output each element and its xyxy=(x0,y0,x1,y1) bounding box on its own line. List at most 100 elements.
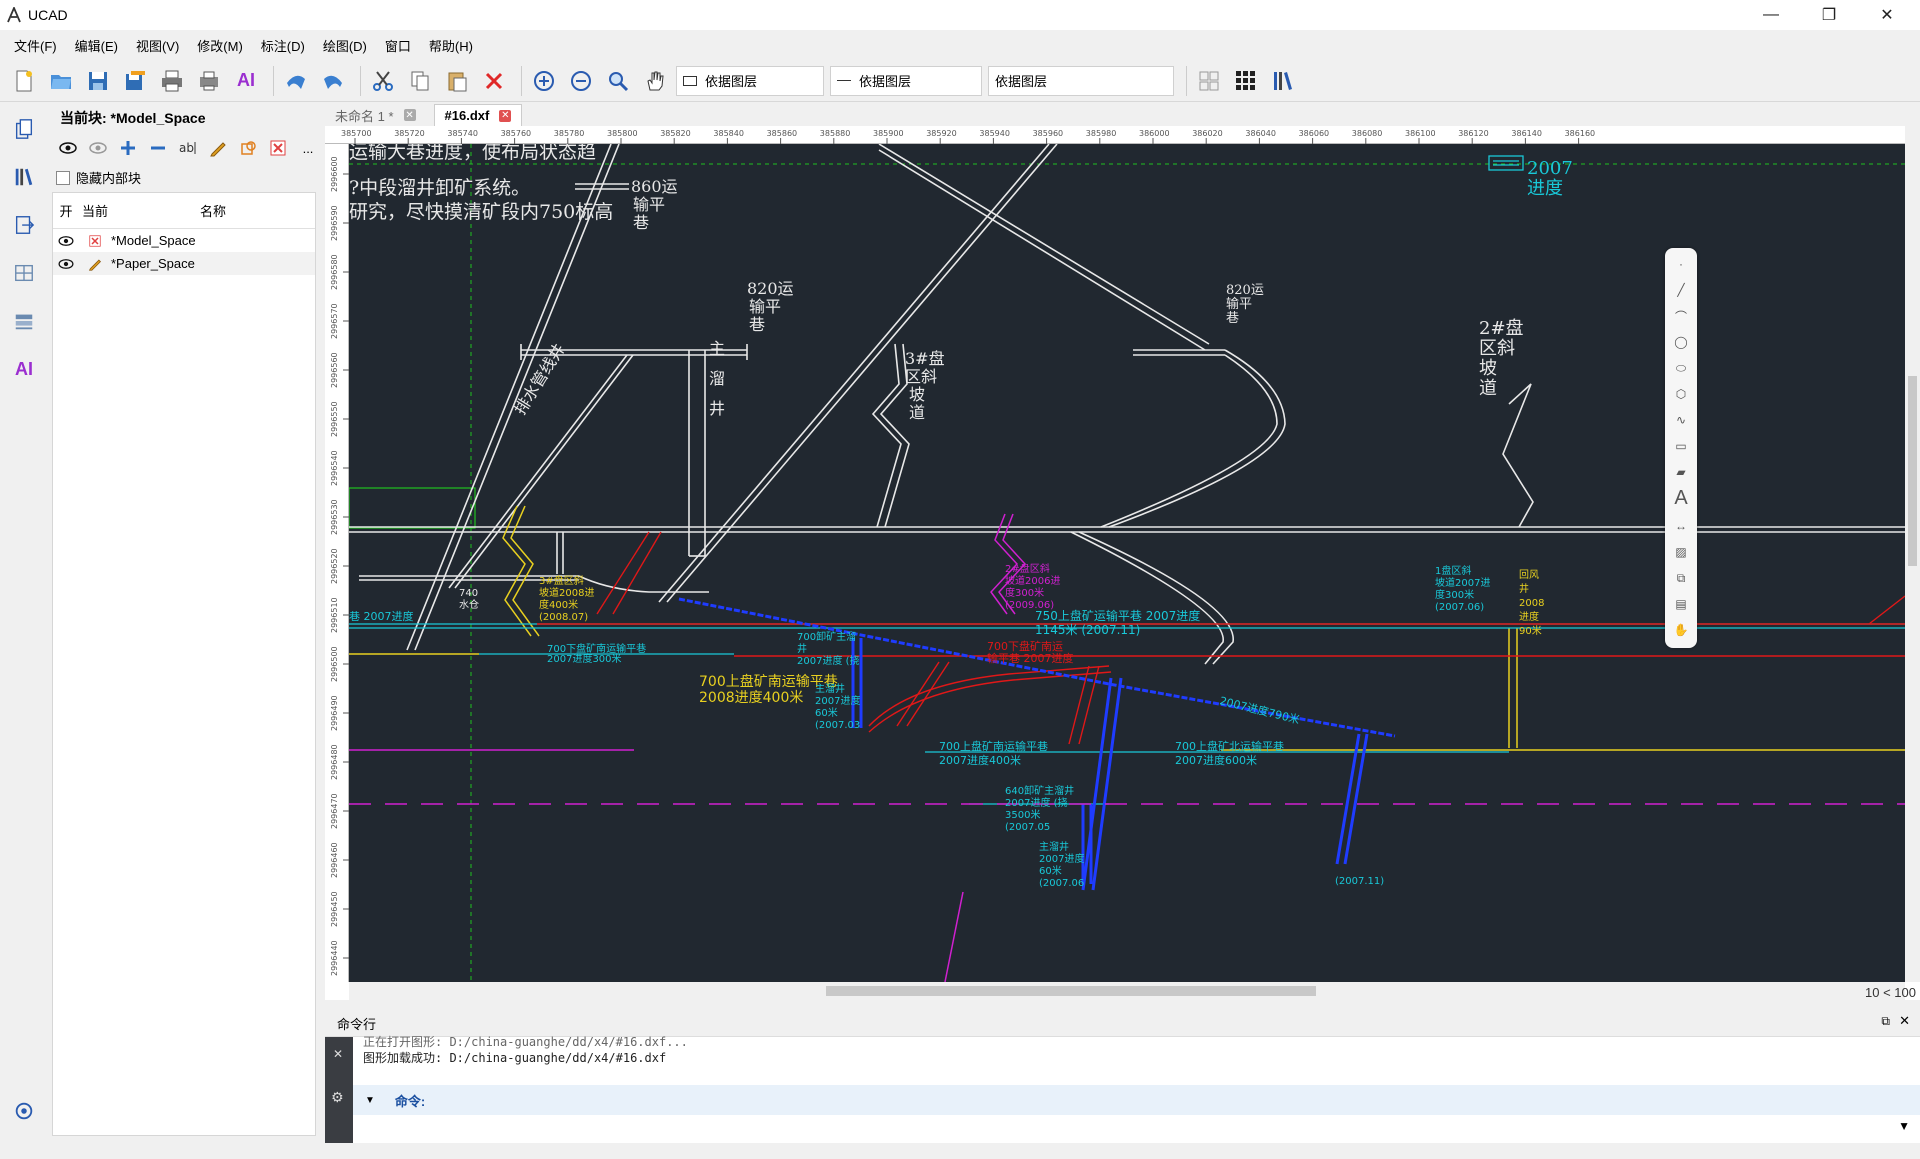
eye-icon[interactable] xyxy=(58,235,74,247)
print-button[interactable] xyxy=(156,65,188,97)
image-tool-icon[interactable]: ▨ xyxy=(1671,542,1691,562)
save-button[interactable] xyxy=(82,65,114,97)
new-file-button[interactable] xyxy=(8,65,40,97)
horizontal-scrollbar[interactable] xyxy=(349,982,1905,1000)
hand-pan-icon[interactable]: ✋ xyxy=(1671,620,1691,640)
dimension-tool-icon[interactable]: ↔ xyxy=(1671,516,1691,536)
layout-tiles-button[interactable] xyxy=(1193,65,1225,97)
restore-button[interactable]: ❐ xyxy=(1800,0,1858,30)
show-block-button[interactable] xyxy=(56,136,80,160)
rename-block-button[interactable]: ab xyxy=(176,136,200,160)
remove-block-button[interactable] xyxy=(146,136,170,160)
ruler-tick-label: 386140 xyxy=(1511,129,1542,138)
save-as-button[interactable] xyxy=(119,65,151,97)
edit-block-button[interactable] xyxy=(206,136,230,160)
minimize-button[interactable]: — xyxy=(1742,0,1800,30)
redo-button[interactable] xyxy=(317,65,349,97)
close-window-button[interactable]: ✕ xyxy=(1858,0,1916,30)
more-options-button[interactable]: ... xyxy=(296,136,320,160)
layers-button[interactable] xyxy=(11,308,37,334)
open-file-button[interactable] xyxy=(45,65,77,97)
text-tool-icon[interactable]: A xyxy=(1671,487,1691,509)
scissors-icon xyxy=(373,70,393,91)
current-block-x-icon[interactable] xyxy=(89,234,101,247)
cad-canvas[interactable]: 运输大巷进度，使布局状态趋 ?中段溜井卸矿系统。 研究，尽快摸清矿段内750标高… xyxy=(349,144,1905,982)
table-row[interactable]: *Model_Space xyxy=(53,229,315,252)
delete-button[interactable] xyxy=(478,65,510,97)
rectangle-tool-icon[interactable]: ▭ xyxy=(1671,436,1691,456)
export-button[interactable] xyxy=(11,212,37,238)
grid-button[interactable] xyxy=(1230,65,1262,97)
zoom-window-button[interactable] xyxy=(602,65,634,97)
hide-internal-blocks-toggle[interactable]: 隐藏内部块 xyxy=(56,168,141,187)
arc-tool-icon[interactable]: ⌒ xyxy=(1671,306,1691,326)
close-tab-icon[interactable]: ✕ xyxy=(499,109,512,122)
line-tool-icon[interactable]: ╱ xyxy=(1671,280,1691,300)
library-button[interactable] xyxy=(1267,65,1299,97)
paste-button[interactable] xyxy=(441,65,473,97)
menu-edit[interactable]: 编辑(E) xyxy=(69,36,130,55)
hatch-tool-icon[interactable]: ▰ xyxy=(1671,462,1691,482)
point-tool-icon[interactable]: · xyxy=(1671,254,1691,274)
ai-button[interactable]: AI xyxy=(230,65,262,97)
close-panel-icon[interactable]: ✕ xyxy=(1899,1013,1910,1029)
menu-file[interactable]: 文件(F) xyxy=(8,36,69,55)
prompt-dropdown-icon[interactable]: ▼ xyxy=(365,1095,375,1106)
menu-dimension[interactable]: 标注(D) xyxy=(255,36,317,55)
pages-button[interactable] xyxy=(11,116,37,142)
paste-icon xyxy=(448,72,467,91)
layout-button[interactable] xyxy=(11,260,37,286)
ruler-tick-label: 2996560 xyxy=(330,352,339,388)
printer-icon xyxy=(162,70,182,91)
settings-button[interactable] xyxy=(11,1098,37,1124)
pan-button[interactable] xyxy=(639,65,671,97)
insert-block-button[interactable] xyxy=(236,136,260,160)
ruler-tick-label: 2996580 xyxy=(330,254,339,290)
tab-untitled[interactable]: 未命名 1 * ✕ xyxy=(325,104,426,126)
block-insert-tool-icon[interactable]: ⧉ xyxy=(1671,568,1691,588)
library-panel-button[interactable] xyxy=(11,164,37,190)
float-panel-icon[interactable]: ⧉ xyxy=(1881,1014,1890,1029)
title-bar: UCAD — ❐ ✕ xyxy=(0,0,1920,30)
layer-combo-1[interactable]: 依据图层 xyxy=(676,65,824,96)
menu-view[interactable]: 视图(V) xyxy=(130,36,191,55)
clear-command-icon[interactable]: ✕ xyxy=(333,1047,343,1061)
delete-block-button[interactable] xyxy=(266,136,290,160)
vertical-scrollbar[interactable] xyxy=(1905,126,1920,982)
lineweight-combo[interactable]: 依据图层 xyxy=(988,65,1174,96)
hide-block-button[interactable] xyxy=(86,136,110,160)
menu-modify[interactable]: 修改(M) xyxy=(191,36,255,55)
cut-button[interactable] xyxy=(367,65,399,97)
command-scroll-down-icon[interactable]: ▼ xyxy=(1898,1119,1910,1133)
ramp-progress-label: 坡道2006进 xyxy=(1005,574,1060,587)
hide-internal-checkbox[interactable] xyxy=(56,170,70,185)
polyline-tool-icon[interactable]: ∿ xyxy=(1671,410,1691,430)
polygon-tool-icon[interactable]: ⬡ xyxy=(1671,384,1691,404)
zoom-in-button[interactable] xyxy=(528,65,560,97)
undo-button[interactable] xyxy=(280,65,312,97)
menu-help[interactable]: 帮助(H) xyxy=(423,36,485,55)
linetype-combo[interactable]: 依据图层 xyxy=(830,65,982,96)
horizontal-scroll-thumb[interactable] xyxy=(826,986,1316,996)
command-settings-icon[interactable]: ⚙ xyxy=(331,1089,344,1106)
pencil-icon[interactable] xyxy=(88,257,102,271)
zoom-out-button[interactable] xyxy=(565,65,597,97)
tab-16-dxf[interactable]: #16.dxf ✕ xyxy=(433,104,523,126)
ai-panel-button[interactable]: AI xyxy=(11,356,37,382)
command-history-line: 图形加载成功: D:/china-guanghe/dd/x4/#16.dxf xyxy=(363,1051,667,1065)
ellipse-tool-icon[interactable]: ⬭ xyxy=(1671,358,1691,378)
menu-draw[interactable]: 绘图(D) xyxy=(317,36,379,55)
eye-icon[interactable] xyxy=(58,258,74,270)
copy-button[interactable] xyxy=(404,65,436,97)
add-block-button[interactable] xyxy=(116,136,140,160)
ruler-tick-label: 2996600 xyxy=(330,156,339,192)
table-row[interactable]: *Paper_Space xyxy=(53,252,315,275)
plot-button[interactable] xyxy=(193,65,225,97)
circle-tool-icon[interactable]: ◯ xyxy=(1671,332,1691,352)
ai-label: AI xyxy=(237,70,255,90)
close-tab-icon[interactable]: ✕ xyxy=(403,109,416,121)
menu-window[interactable]: 窗口 xyxy=(379,36,423,55)
table-tool-icon[interactable]: ▤ xyxy=(1671,594,1691,614)
command-input[interactable]: ▼ 命令: xyxy=(353,1085,1920,1115)
vertical-scroll-thumb[interactable] xyxy=(1908,376,1917,566)
